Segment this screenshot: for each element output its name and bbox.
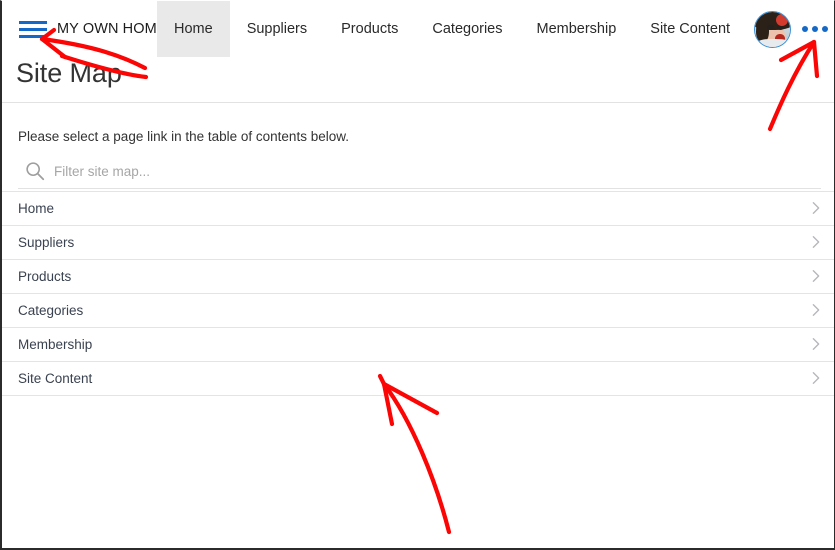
nav-links: Home Suppliers Products Categories Membe…: [157, 1, 747, 57]
filter-search-box[interactable]: [18, 154, 821, 189]
intro-text: Please select a page link in the table o…: [18, 129, 349, 144]
hamburger-bar-3: [19, 35, 47, 38]
sitemap-row-site-content[interactable]: Site Content: [2, 362, 834, 396]
nav-link-membership[interactable]: Membership: [520, 1, 634, 57]
chevron-right-icon: [812, 372, 820, 384]
chevron-right-icon: [812, 304, 820, 316]
sitemap-row-suppliers[interactable]: Suppliers: [2, 226, 834, 260]
header-divider: [2, 102, 834, 103]
sitemap-row-products[interactable]: Products: [2, 260, 834, 294]
avatar-collar: [757, 39, 790, 47]
sitemap-row-categories[interactable]: Categories: [2, 294, 834, 328]
sitemap-row-home[interactable]: Home: [2, 191, 834, 226]
annotation-arrow-sitemap-shaft: [381, 381, 452, 535]
ellipsis-dot-1: [802, 26, 808, 32]
top-navigation-bar: MY OWN HOME Home Suppliers Products Cate…: [2, 1, 834, 57]
nav-link-site-content[interactable]: Site Content: [633, 1, 747, 57]
nav-link-categories[interactable]: Categories: [415, 1, 519, 57]
avatar-eye-left: [767, 25, 774, 30]
sitemap-row-label: Categories: [18, 303, 84, 318]
sitemap-row-membership[interactable]: Membership: [2, 328, 834, 362]
user-avatar[interactable]: [754, 11, 791, 48]
sitemap-row-label: Home: [18, 201, 55, 216]
nav-link-products[interactable]: Products: [324, 1, 415, 57]
sitemap-row-label: Suppliers: [18, 235, 75, 250]
overflow-menu-ellipsis-icon[interactable]: [802, 23, 828, 35]
chevron-right-icon: [812, 202, 820, 214]
hamburger-bar-1: [19, 21, 47, 24]
sitemap-row-label: Site Content: [18, 371, 93, 386]
chevron-right-icon: [812, 270, 820, 282]
search-icon: [26, 162, 45, 181]
sitemap-list: Home Suppliers Products Categories Membe: [2, 191, 834, 396]
sitemap-row-label: Membership: [18, 337, 93, 352]
chevron-right-icon: [812, 338, 820, 350]
chevron-right-icon: [812, 236, 820, 248]
nav-link-suppliers[interactable]: Suppliers: [230, 1, 324, 57]
sitemap-row-label: Products: [18, 269, 72, 284]
ellipsis-dot-3: [822, 26, 828, 32]
browser-page: MY OWN HOME Home Suppliers Products Cate…: [0, 0, 835, 550]
page-title: Site Map: [16, 58, 122, 88]
brand-title[interactable]: MY OWN HOME: [57, 21, 167, 37]
nav-link-home[interactable]: Home: [157, 1, 230, 57]
hamburger-bar-2: [19, 28, 47, 31]
hamburger-menu-icon[interactable]: [19, 21, 47, 38]
filter-site-map-input[interactable]: [54, 163, 754, 179]
ellipsis-dot-2: [812, 26, 818, 32]
